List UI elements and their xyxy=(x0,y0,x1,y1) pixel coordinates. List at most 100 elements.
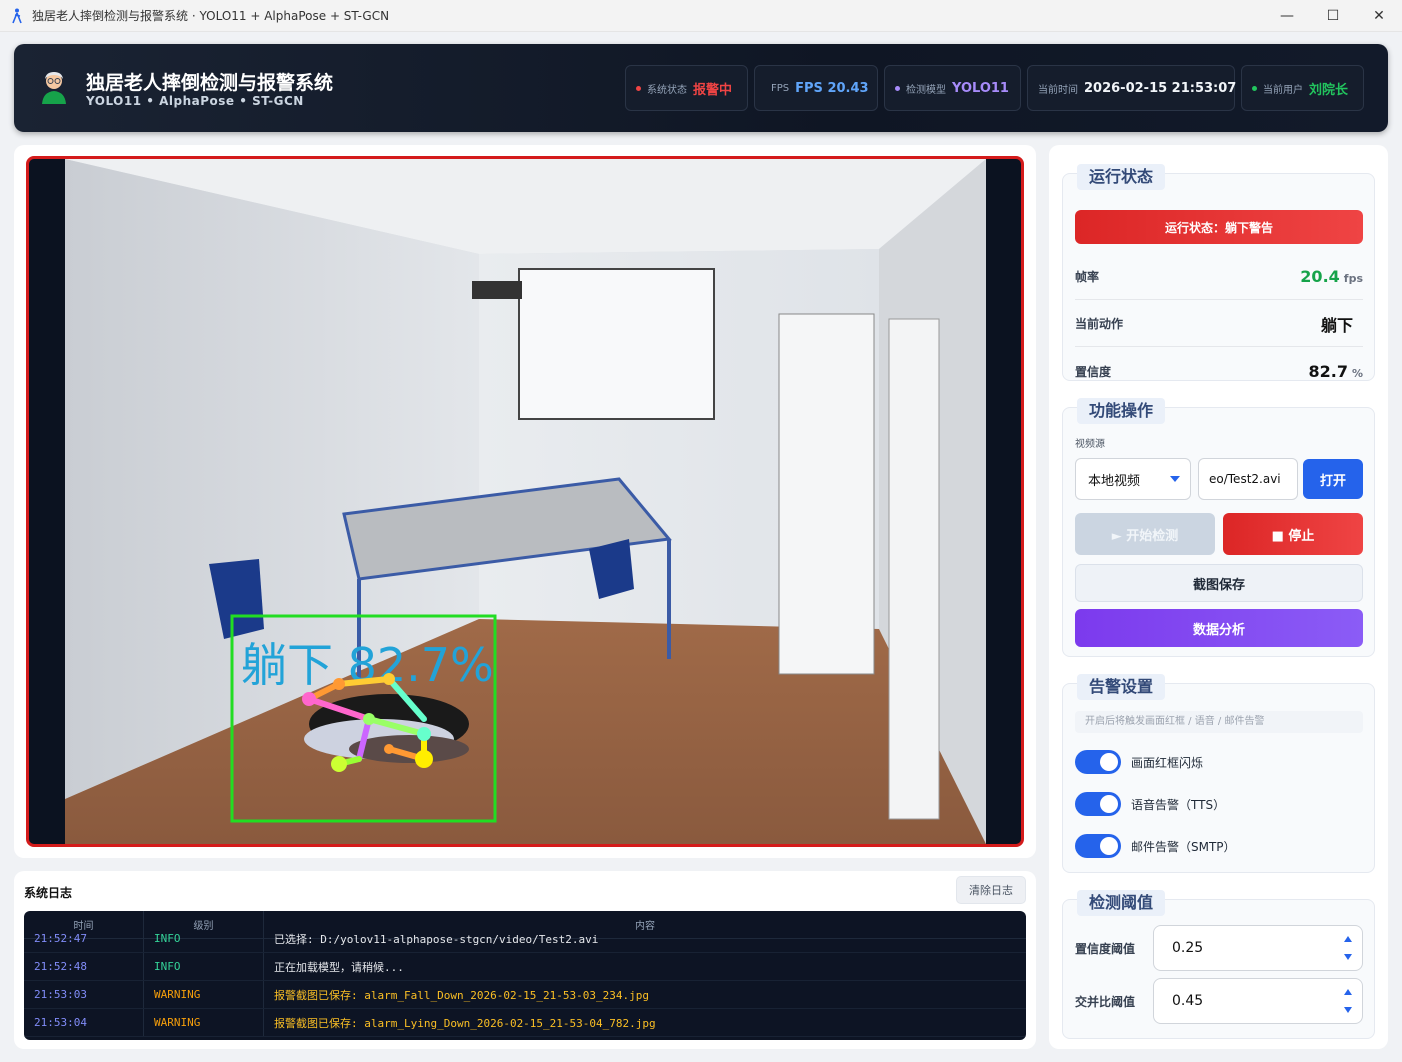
source-select[interactable]: 本地视频 xyxy=(1075,458,1191,500)
app-title: 独居老人摔倒检测与报警系统 xyxy=(86,72,334,94)
log-title: 系统日志 xyxy=(24,886,73,900)
log-level: WARNING xyxy=(144,1009,264,1036)
start-detection-button[interactable]: ► 开始检测 xyxy=(1075,513,1215,555)
model-pill: 检测模型 YOLO11 xyxy=(884,65,1021,111)
alarm-settings-title: 告警设置 xyxy=(1077,674,1166,700)
increment-arrow-icon[interactable] xyxy=(1344,936,1352,942)
smtp-label: 邮件告警（SMTP） xyxy=(1131,839,1236,854)
iou-threshold-spinbox[interactable]: 0.45 xyxy=(1153,978,1363,1024)
log-message: 正在加载模型，请稍候... xyxy=(274,960,404,974)
run-state-group: 运行状态 运行状态：躺下警告 帧率 20.4 fps 当前动作 躺下 置信度 82… xyxy=(1062,164,1375,381)
toggle-knob xyxy=(1100,795,1118,813)
chevron-down-icon xyxy=(1170,476,1180,482)
log-time: 21:52:47 xyxy=(24,925,144,952)
video-frame: 躺下 82.7% xyxy=(26,156,1024,847)
fps-value: FPS 20.43 xyxy=(795,80,869,96)
alarm-settings-group: 告警设置 开启后将触发画面红框 / 语音 / 邮件告警 画面红框闪烁 语音告警（… xyxy=(1062,674,1375,873)
red-frame-toggle-row[interactable]: 画面红框闪烁 xyxy=(1075,749,1203,775)
user-label: 当前用户 xyxy=(1263,84,1303,96)
tts-label: 语音告警（TTS） xyxy=(1131,797,1226,812)
table-row[interactable]: 21:53:04 WARNING 报警截图已保存: alarm_Lying_Do… xyxy=(24,1009,1026,1037)
smtp-toggle-row[interactable]: 邮件告警（SMTP） xyxy=(1075,833,1236,859)
threshold-title: 检测阈值 xyxy=(1077,890,1166,916)
time-pill: 当前时间 2026-02-15 21:53:07 xyxy=(1027,65,1236,111)
conf-threshold-row: 置信度阈值 0.25 xyxy=(1075,925,1363,971)
user-value: 刘院长 xyxy=(1309,82,1349,98)
action-label: 当前动作 xyxy=(1075,317,1124,331)
open-button[interactable]: 打开 xyxy=(1303,459,1363,499)
confidence-value: 82.7 xyxy=(1308,361,1348,381)
log-time: 21:52:48 xyxy=(24,953,144,980)
table-row[interactable]: 21:52:47 INFO 已选择: D:/yolov11-alphapose-… xyxy=(24,925,1026,953)
threshold-group: 检测阈值 置信度阈值 0.25 交并比阈值 0.45 xyxy=(1062,890,1375,1039)
status-value: 报警中 xyxy=(693,82,733,98)
decrement-arrow-icon[interactable] xyxy=(1344,1007,1352,1013)
action-value: 躺下 xyxy=(1320,315,1353,335)
fps-pill: FPS FPS 20.43 xyxy=(754,65,878,111)
system-status-pill: 系统状态 报警中 xyxy=(625,65,748,111)
log-level: INFO xyxy=(144,953,264,980)
log-card: 系统日志 清除日志 时间 级别 内容 21:52:47 INFO 已选择: D:… xyxy=(14,871,1036,1049)
log-message: 已选择: D:/yolov11-alphapose-stgcn/video/Te… xyxy=(274,932,599,946)
screenshot-button[interactable]: 截图保存 xyxy=(1075,564,1363,602)
model-value: YOLO11 xyxy=(952,80,1009,96)
fps-row-value: 20.4 xyxy=(1300,267,1340,286)
video-scene: 躺下 82.7% xyxy=(65,159,986,844)
log-time: 21:53:04 xyxy=(24,1009,144,1036)
maximize-button[interactable]: ☐ xyxy=(1310,0,1356,32)
log-table[interactable]: 时间 级别 内容 21:52:47 INFO 已选择: D:/yolov11-a… xyxy=(24,911,1026,1040)
stop-button[interactable]: ■ 停止 xyxy=(1223,513,1363,555)
log-level: INFO xyxy=(144,925,264,952)
toggle-knob xyxy=(1100,753,1118,771)
data-analysis-button[interactable]: 数据分析 xyxy=(1075,609,1363,647)
log-time: 21:53:03 xyxy=(24,981,144,1008)
window-titlebar: 独居老人摔倒检测与报警系统 · YOLO11 + AlphaPose + ST-… xyxy=(0,0,1402,32)
conf-threshold-label: 置信度阈值 xyxy=(1075,941,1136,956)
source-select-value: 本地视频 xyxy=(1088,473,1141,489)
functions-group: 功能操作 视频源 本地视频 eo/Test2.avi 打开 ► 开始检测 ■ 停… xyxy=(1062,398,1375,657)
increment-arrow-icon[interactable] xyxy=(1344,989,1352,995)
tts-toggle[interactable] xyxy=(1075,792,1121,816)
model-dot-icon xyxy=(895,85,900,91)
fps-row-label: 帧率 xyxy=(1075,270,1100,284)
video-card: 躺下 82.7% xyxy=(14,145,1036,858)
time-label: 当前时间 xyxy=(1038,84,1078,96)
source-label: 视频源 xyxy=(1075,439,1105,450)
alarm-hint: 开启后将触发画面红框 / 语音 / 邮件告警 xyxy=(1075,711,1363,733)
smtp-toggle[interactable] xyxy=(1075,834,1121,858)
run-state-title: 运行状态 xyxy=(1077,164,1166,190)
video-path-value: eo/Test2.avi xyxy=(1209,472,1281,486)
functions-title: 功能操作 xyxy=(1077,398,1166,424)
table-row[interactable]: 21:53:03 WARNING 报警截图已保存: alarm_Fall_Dow… xyxy=(24,981,1026,1009)
video-path-input[interactable]: eo/Test2.avi xyxy=(1198,458,1298,500)
fps-unit: fps xyxy=(1343,272,1363,285)
conf-threshold-spinbox[interactable]: 0.25 xyxy=(1153,925,1363,971)
app-header: 独居老人摔倒检测与报警系统 YOLO11 • AlphaPose • ST-GC… xyxy=(14,44,1388,132)
log-message: 报警截图已保存: alarm_Lying_Down_2026-02-15_21-… xyxy=(274,1016,656,1030)
action-row: 当前动作 躺下 xyxy=(1075,301,1363,347)
confidence-unit: % xyxy=(1351,366,1363,380)
fps-label: FPS xyxy=(771,82,790,94)
app-icon xyxy=(12,8,22,23)
confidence-row: 置信度 82.7% xyxy=(1075,348,1363,394)
red-frame-toggle[interactable] xyxy=(1075,750,1121,774)
tts-toggle-row[interactable]: 语音告警（TTS） xyxy=(1075,791,1225,817)
conf-threshold-value: 0.25 xyxy=(1172,940,1204,956)
control-panel: 运行状态 运行状态：躺下警告 帧率 20.4 fps 当前动作 躺下 置信度 82… xyxy=(1049,145,1388,1049)
confidence-label: 置信度 xyxy=(1075,364,1112,379)
user-dot-icon xyxy=(1252,85,1257,91)
minimize-button[interactable]: — xyxy=(1264,0,1310,32)
decrement-arrow-icon[interactable] xyxy=(1344,954,1352,960)
table-row[interactable]: 21:52:48 INFO 正在加载模型，请稍候... xyxy=(24,953,1026,981)
iou-threshold-row: 交并比阈值 0.45 xyxy=(1075,978,1363,1024)
state-banner: 运行状态：躺下警告 xyxy=(1075,210,1363,244)
elderly-person-icon xyxy=(42,72,66,104)
clear-log-button[interactable]: 清除日志 xyxy=(956,876,1026,904)
fps-row: 帧率 20.4 fps xyxy=(1075,254,1363,300)
model-label: 检测模型 xyxy=(906,84,946,96)
app-subtitle: YOLO11 • AlphaPose • ST-GCN xyxy=(86,94,304,108)
log-level: WARNING xyxy=(144,981,264,1008)
close-button[interactable]: ✕ xyxy=(1356,0,1402,32)
status-dot-icon xyxy=(636,85,641,91)
iou-threshold-label: 交并比阈值 xyxy=(1075,994,1136,1009)
